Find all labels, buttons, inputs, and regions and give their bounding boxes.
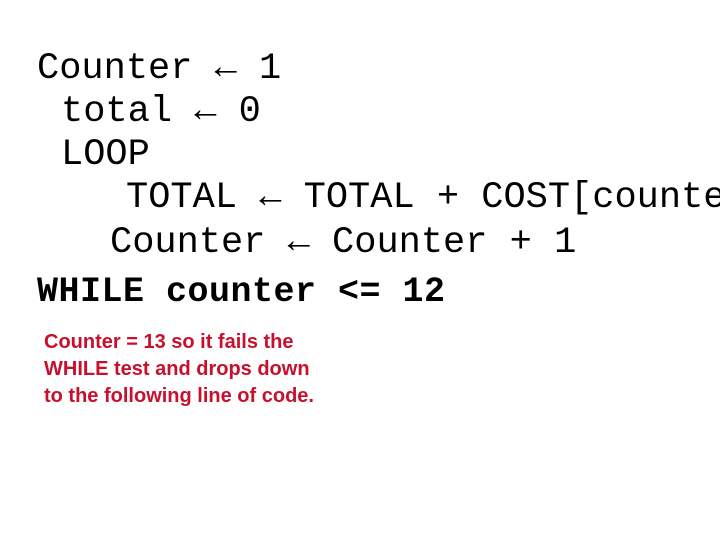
code-line-total-accumulate: TOTAL ← TOTAL + COST[counter] [126, 177, 720, 219]
pseudocode-block: Counter ← 1 total ← 0 LOOP TOTAL ← TOTAL… [0, 48, 720, 314]
annotation-line-3: to the following line of code. [44, 385, 314, 407]
code-line-counter-init: Counter ← 1 [37, 48, 282, 90]
annotation-block: Counter = 13 so it fails the WHILE test … [44, 329, 464, 410]
code-line-while-condition: WHILE counter <= 12 [37, 272, 446, 312]
annotation-line-2: WHILE test and drops down [44, 358, 310, 380]
slide-canvas: Counter ← 1 total ← 0 LOOP TOTAL ← TOTAL… [0, 0, 720, 540]
annotation-line-1: Counter = 13 so it fails the [44, 331, 294, 353]
code-line-counter-increment: Counter ← Counter + 1 [110, 222, 577, 264]
code-line-loop: LOOP [61, 134, 150, 176]
code-line-total-init: total ← 0 [61, 91, 261, 133]
